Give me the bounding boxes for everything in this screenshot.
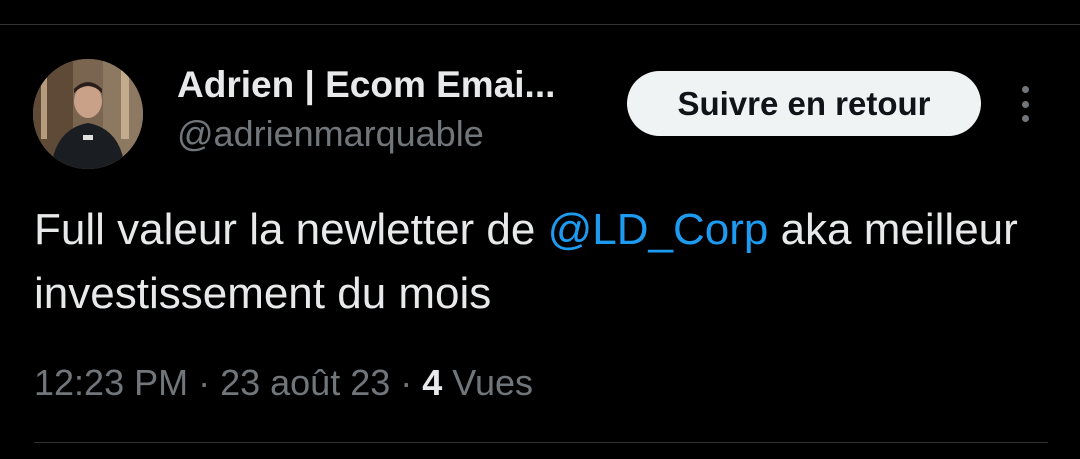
avatar-photo-icon — [33, 59, 143, 169]
author-display-name[interactable]: Adrien | Ecom Emai... — [177, 64, 555, 106]
views-label[interactable]: Vues — [442, 362, 533, 403]
more-dot — [1021, 86, 1029, 93]
tweet-time[interactable]: 12:23 PM — [34, 362, 188, 403]
views-count[interactable]: 4 — [422, 362, 442, 403]
more-options-icon[interactable] — [1014, 86, 1036, 122]
avatar[interactable] — [33, 59, 143, 169]
bottom-divider — [34, 442, 1048, 443]
more-dot — [1021, 100, 1029, 108]
top-divider — [0, 24, 1080, 25]
tweet-text: Full valeur la newletter de @LD_Corp aka… — [34, 198, 1034, 326]
follow-back-button[interactable]: Suivre en retour — [627, 71, 981, 136]
mention-link[interactable]: @LD_Corp — [548, 205, 769, 254]
tweet-text-before: Full valeur la newletter de — [34, 205, 548, 254]
meta-separator: · — [390, 362, 423, 403]
tweet-meta: 12:23 PM · 23 août 23 · 4 Vues — [34, 362, 533, 404]
meta-separator: · — [188, 362, 221, 403]
tweet-date[interactable]: 23 août 23 — [220, 362, 390, 403]
more-dot — [1021, 115, 1029, 122]
author-handle[interactable]: @adrienmarquable — [177, 113, 484, 155]
